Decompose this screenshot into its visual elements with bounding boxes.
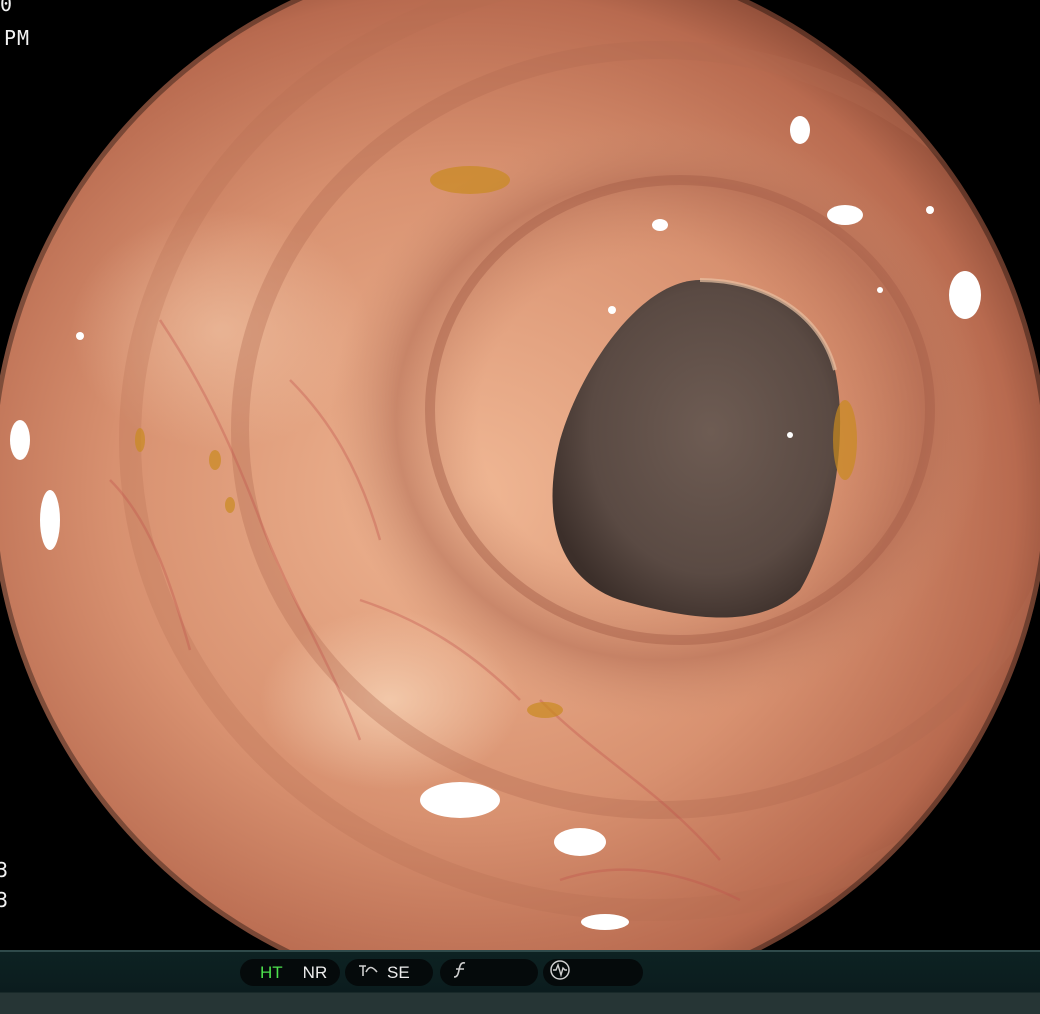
waveform-indicator	[543, 959, 643, 986]
f-function-icon	[452, 961, 470, 984]
enhancement-curve-icon	[357, 962, 379, 983]
time-top-fragment: 0	[0, 0, 14, 16]
se-indicator: SE	[345, 959, 433, 986]
ht-label: HT	[260, 962, 283, 982]
left-info-1: 3	[0, 858, 10, 882]
left-info-2: 3	[0, 888, 10, 912]
time-ampm: PM	[4, 26, 31, 50]
function-indicator	[440, 959, 538, 986]
nr-label: NR	[302, 962, 328, 982]
se-label: SE	[387, 962, 410, 982]
endoscopic-view	[0, 0, 1040, 950]
waveform-circle-icon	[549, 959, 571, 986]
ht-nr-indicator: HT NR	[240, 959, 340, 986]
status-bar: HT NR SE	[0, 950, 1040, 1014]
